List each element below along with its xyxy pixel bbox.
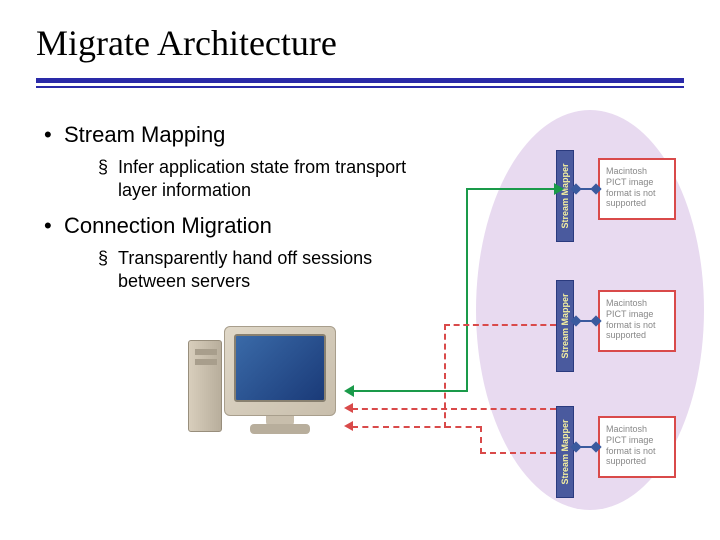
stream-mapper-label-2: Stream Mapper bbox=[560, 293, 570, 358]
arrow-left-icon bbox=[344, 403, 353, 413]
subbullet-infer-state: Infer application state from transport l… bbox=[98, 156, 444, 201]
bullet-connection-migration: Connection Migration bbox=[44, 213, 444, 239]
green-line bbox=[466, 188, 468, 392]
red-dashed-line bbox=[480, 426, 482, 454]
pict-placeholder-3: Macintosh PICT image format is not suppo… bbox=[598, 416, 676, 478]
monitor-base bbox=[250, 424, 310, 434]
red-dashed-line bbox=[444, 324, 446, 428]
monitor-screen bbox=[234, 334, 326, 402]
computer-icon bbox=[180, 320, 350, 448]
green-line bbox=[352, 390, 468, 392]
arrow-left-icon bbox=[344, 421, 353, 431]
slide-title: Migrate Architecture bbox=[0, 0, 720, 64]
stream-mapper-box-3: Stream Mapper bbox=[556, 406, 574, 498]
content-area: Stream Mapping Infer application state f… bbox=[44, 112, 444, 304]
arrow-left-icon bbox=[344, 385, 354, 397]
stream-mapper-box-1: Stream Mapper bbox=[556, 150, 574, 242]
stream-mapper-label-1: Stream Mapper bbox=[560, 163, 570, 228]
arrow-right-icon bbox=[554, 183, 564, 195]
pict-placeholder-1: Macintosh PICT image format is not suppo… bbox=[598, 158, 676, 220]
subbullet-handoff: Transparently hand off sessions between … bbox=[98, 247, 444, 292]
title-underline-thin bbox=[36, 86, 684, 88]
stream-mapper-box-2: Stream Mapper bbox=[556, 280, 574, 372]
title-underline-thick bbox=[36, 78, 684, 83]
bullet-stream-mapping: Stream Mapping bbox=[44, 122, 444, 148]
computer-tower bbox=[188, 340, 222, 432]
pict-placeholder-2: Macintosh PICT image format is not suppo… bbox=[598, 290, 676, 352]
red-dashed-line bbox=[352, 426, 482, 428]
stream-mapper-label-3: Stream Mapper bbox=[560, 419, 570, 484]
